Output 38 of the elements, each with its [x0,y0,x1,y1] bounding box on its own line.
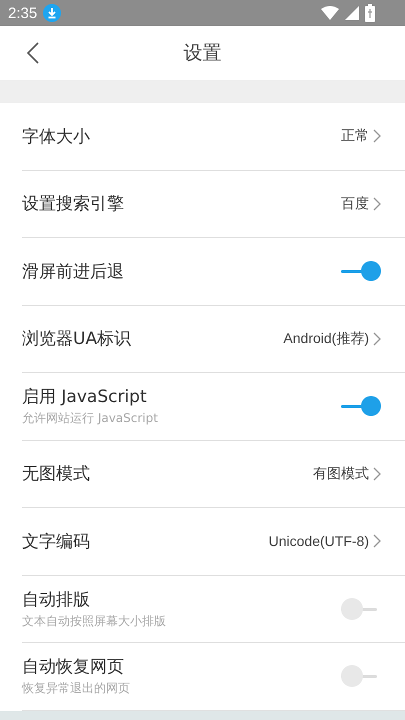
settings-row[interactable]: 字体大小 正常 [22,103,405,170]
status-time: 2:35 [8,4,38,22]
settings-row[interactable]: 浏览器UA标识 Android(推荐) [22,306,405,373]
setting-label: 设置搜索引擎 [22,193,125,216]
settings-row[interactable]: 滑屏前进后退 [22,238,405,306]
setting-description: 允许网站运行 JavaScript [22,410,159,428]
chevron-icon [373,129,381,144]
setting-label: 文字编码 [22,530,91,553]
settings-row[interactable]: 文字编码 Unicode(UTF-8) [22,508,405,576]
download-icon [43,4,62,22]
wifi-icon [321,6,339,20]
signal-icon [345,6,359,20]
setting-label: 自动排版 [22,588,91,611]
setting-label: 浏览器UA标识 [22,328,132,350]
setting-description: 文本自动按照屏幕大小排版 [22,612,167,630]
settings-row[interactable]: 无图模式 有图模式 [22,440,405,508]
setting-value: 正常 [341,127,369,146]
toggle-switch[interactable] [341,395,381,418]
settings-row[interactable]: 自动排版 文本自动按照屏幕大小排版 [22,576,405,643]
setting-label: 滑屏前进后退 [22,260,125,283]
setting-label: 字体大小 [22,126,91,148]
setting-description: 恢复异常退出的网页 [22,680,131,698]
setting-value: 百度 [341,194,369,213]
settings-row[interactable]: 设置搜索引擎 百度 [22,170,405,238]
setting-label: 自动恢复网页 [22,656,125,678]
chevron-icon [373,534,381,548]
chevron-icon [373,332,381,346]
chevron-icon [373,466,381,481]
page-title: 设置 [184,41,222,66]
setting-label: 启用 JavaScript [22,386,148,408]
setting-value: 有图模式 [313,464,369,483]
setting-label: 无图模式 [22,463,91,486]
battery-icon [365,4,375,22]
chevron-icon [373,196,381,211]
settings-row[interactable]: 启用 JavaScript 允许网站运行 JavaScript [22,373,405,440]
setting-value: Android(推荐) [283,330,369,348]
setting-value: Unicode(UTF-8) [268,533,369,550]
toggle-switch[interactable] [341,260,381,282]
